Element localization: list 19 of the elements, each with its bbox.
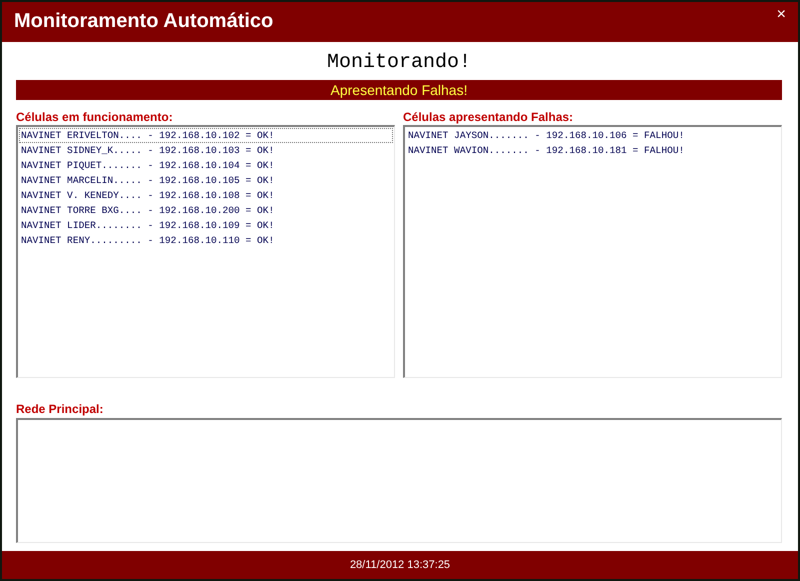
section-label: Células apresentando Falhas: bbox=[403, 110, 574, 124]
section-label: Células em funcionamento: bbox=[16, 110, 173, 124]
list-item[interactable]: NAVINET MARCELIN..... - 192.168.10.105 = OK! bbox=[19, 172, 393, 188]
list-item[interactable]: NAVINET RENY......... - 192.168.10.110 = OK! bbox=[19, 232, 393, 248]
window-title: Monitoramento Automático bbox=[14, 10, 274, 34]
date-time: 28/11/2012 13:37:25 bbox=[350, 558, 450, 571]
list-item[interactable]: NAVINET PIQUET....... - 192.168.10.104 = OK! bbox=[19, 158, 393, 173]
list-item[interactable]: NAVINET V. KENEDY.... - 192.168.10.108 = OK! bbox=[19, 188, 393, 203]
close-button[interactable]: × bbox=[776, 6, 786, 24]
list-item[interactable]: NAVINET JAYSON....... - 192.168.10.106 = FALHOU! bbox=[406, 128, 780, 143]
list-item[interactable]: NAVINET TORRE BXG.... - 192.168.10.200 = OK! bbox=[19, 202, 393, 218]
list-item[interactable]: NAVINET LIDER........ - 192.168.10.109 = OK! bbox=[19, 218, 393, 233]
list-item[interactable]: NAVINET SIDNEY_K..... - 192.168.10.103 = OK! bbox=[19, 142, 393, 158]
list-item[interactable]: NAVINET ERIVELTON.... - 192.168.10.102 = OK! bbox=[19, 128, 393, 143]
list-box[interactable] bbox=[16, 418, 782, 543]
status-heading: Monitorando! bbox=[326, 50, 472, 76]
list-item[interactable]: NAVINET WAVION....... - 192.168.10.181 = FALHOU! bbox=[406, 142, 780, 158]
alert-banner: Apresentando Falhas! bbox=[16, 80, 782, 100]
section-label: Rede Principal: bbox=[16, 402, 104, 416]
